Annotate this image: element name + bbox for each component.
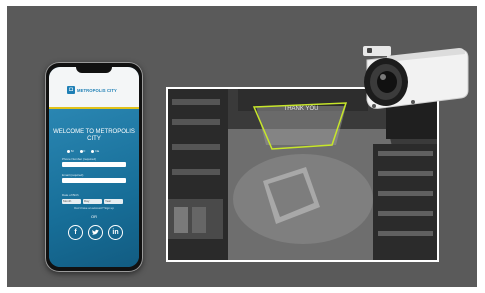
app-logo: ◘ METROPOLIS CITY xyxy=(67,86,117,94)
twitter-icon[interactable] xyxy=(88,225,103,240)
dob-month-select[interactable]: Month xyxy=(62,199,81,204)
phone-screen: ◘ METROPOLIS CITY WELCOME TO METROPOLIS … xyxy=(49,67,139,267)
gender-radio-group: M F Na xyxy=(67,149,99,153)
email-field[interactable] xyxy=(62,178,126,183)
social-buttons: f in xyxy=(68,225,123,240)
phone-field[interactable] xyxy=(62,162,126,167)
radio-dot-icon xyxy=(91,149,95,153)
gender-radio-m[interactable]: M xyxy=(67,149,74,153)
radio-dot-icon xyxy=(79,149,83,153)
illustration-canvas: ◘ METROPOLIS CITY WELCOME TO METROPOLIS … xyxy=(7,6,477,287)
gender-radio-na[interactable]: Na xyxy=(91,149,99,153)
email-field-label: Email (required) xyxy=(62,173,84,177)
gender-radio-f[interactable]: F xyxy=(79,149,85,153)
dob-label: Date of Birth xyxy=(62,193,79,197)
signup-form: WELCOME TO METROPOLIS CITY M F Na Phone … xyxy=(49,109,139,267)
smartphone: ◘ METROPOLIS CITY WELCOME TO METROPOLIS … xyxy=(45,62,143,272)
phone-notch xyxy=(76,66,112,73)
phone-field-label: Phone Number (required) xyxy=(62,157,97,161)
app-header: ◘ METROPOLIS CITY xyxy=(49,67,139,107)
dob-selects: Month Day Year xyxy=(62,199,123,204)
store-sign-text: THANK YOU xyxy=(284,106,319,112)
linkedin-icon[interactable]: in xyxy=(108,225,123,240)
radio-dot-icon xyxy=(67,149,70,153)
dob-year-select[interactable]: Year xyxy=(104,199,123,204)
logo-text: METROPOLIS CITY xyxy=(77,87,117,93)
cctv-camera-icon xyxy=(347,42,472,122)
signup-link[interactable]: Don't have an account? Sign up xyxy=(49,206,139,210)
dob-day-select[interactable]: Day xyxy=(83,199,102,204)
city-logo-icon: ◘ xyxy=(67,86,75,94)
facebook-icon[interactable]: f xyxy=(68,225,83,240)
or-divider: OR xyxy=(91,214,97,219)
welcome-title: WELCOME TO METROPOLIS CITY xyxy=(53,129,135,142)
